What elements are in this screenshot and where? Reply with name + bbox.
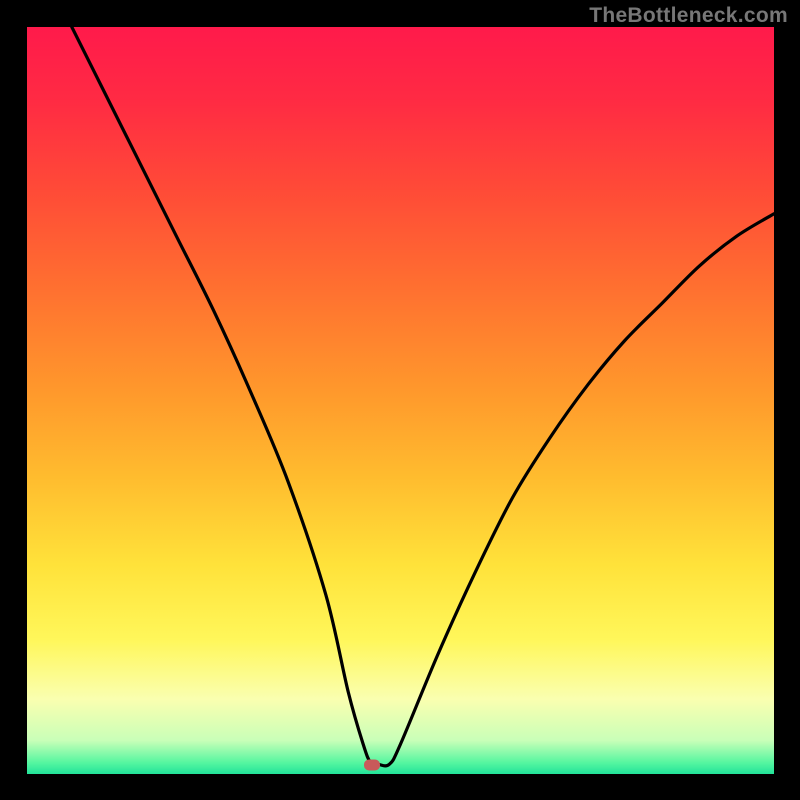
minimum-marker [364, 760, 380, 771]
plot-area [27, 27, 774, 774]
chart-frame: TheBottleneck.com [0, 0, 800, 800]
bottleneck-curve [27, 27, 774, 774]
watermark-text: TheBottleneck.com [589, 4, 788, 28]
